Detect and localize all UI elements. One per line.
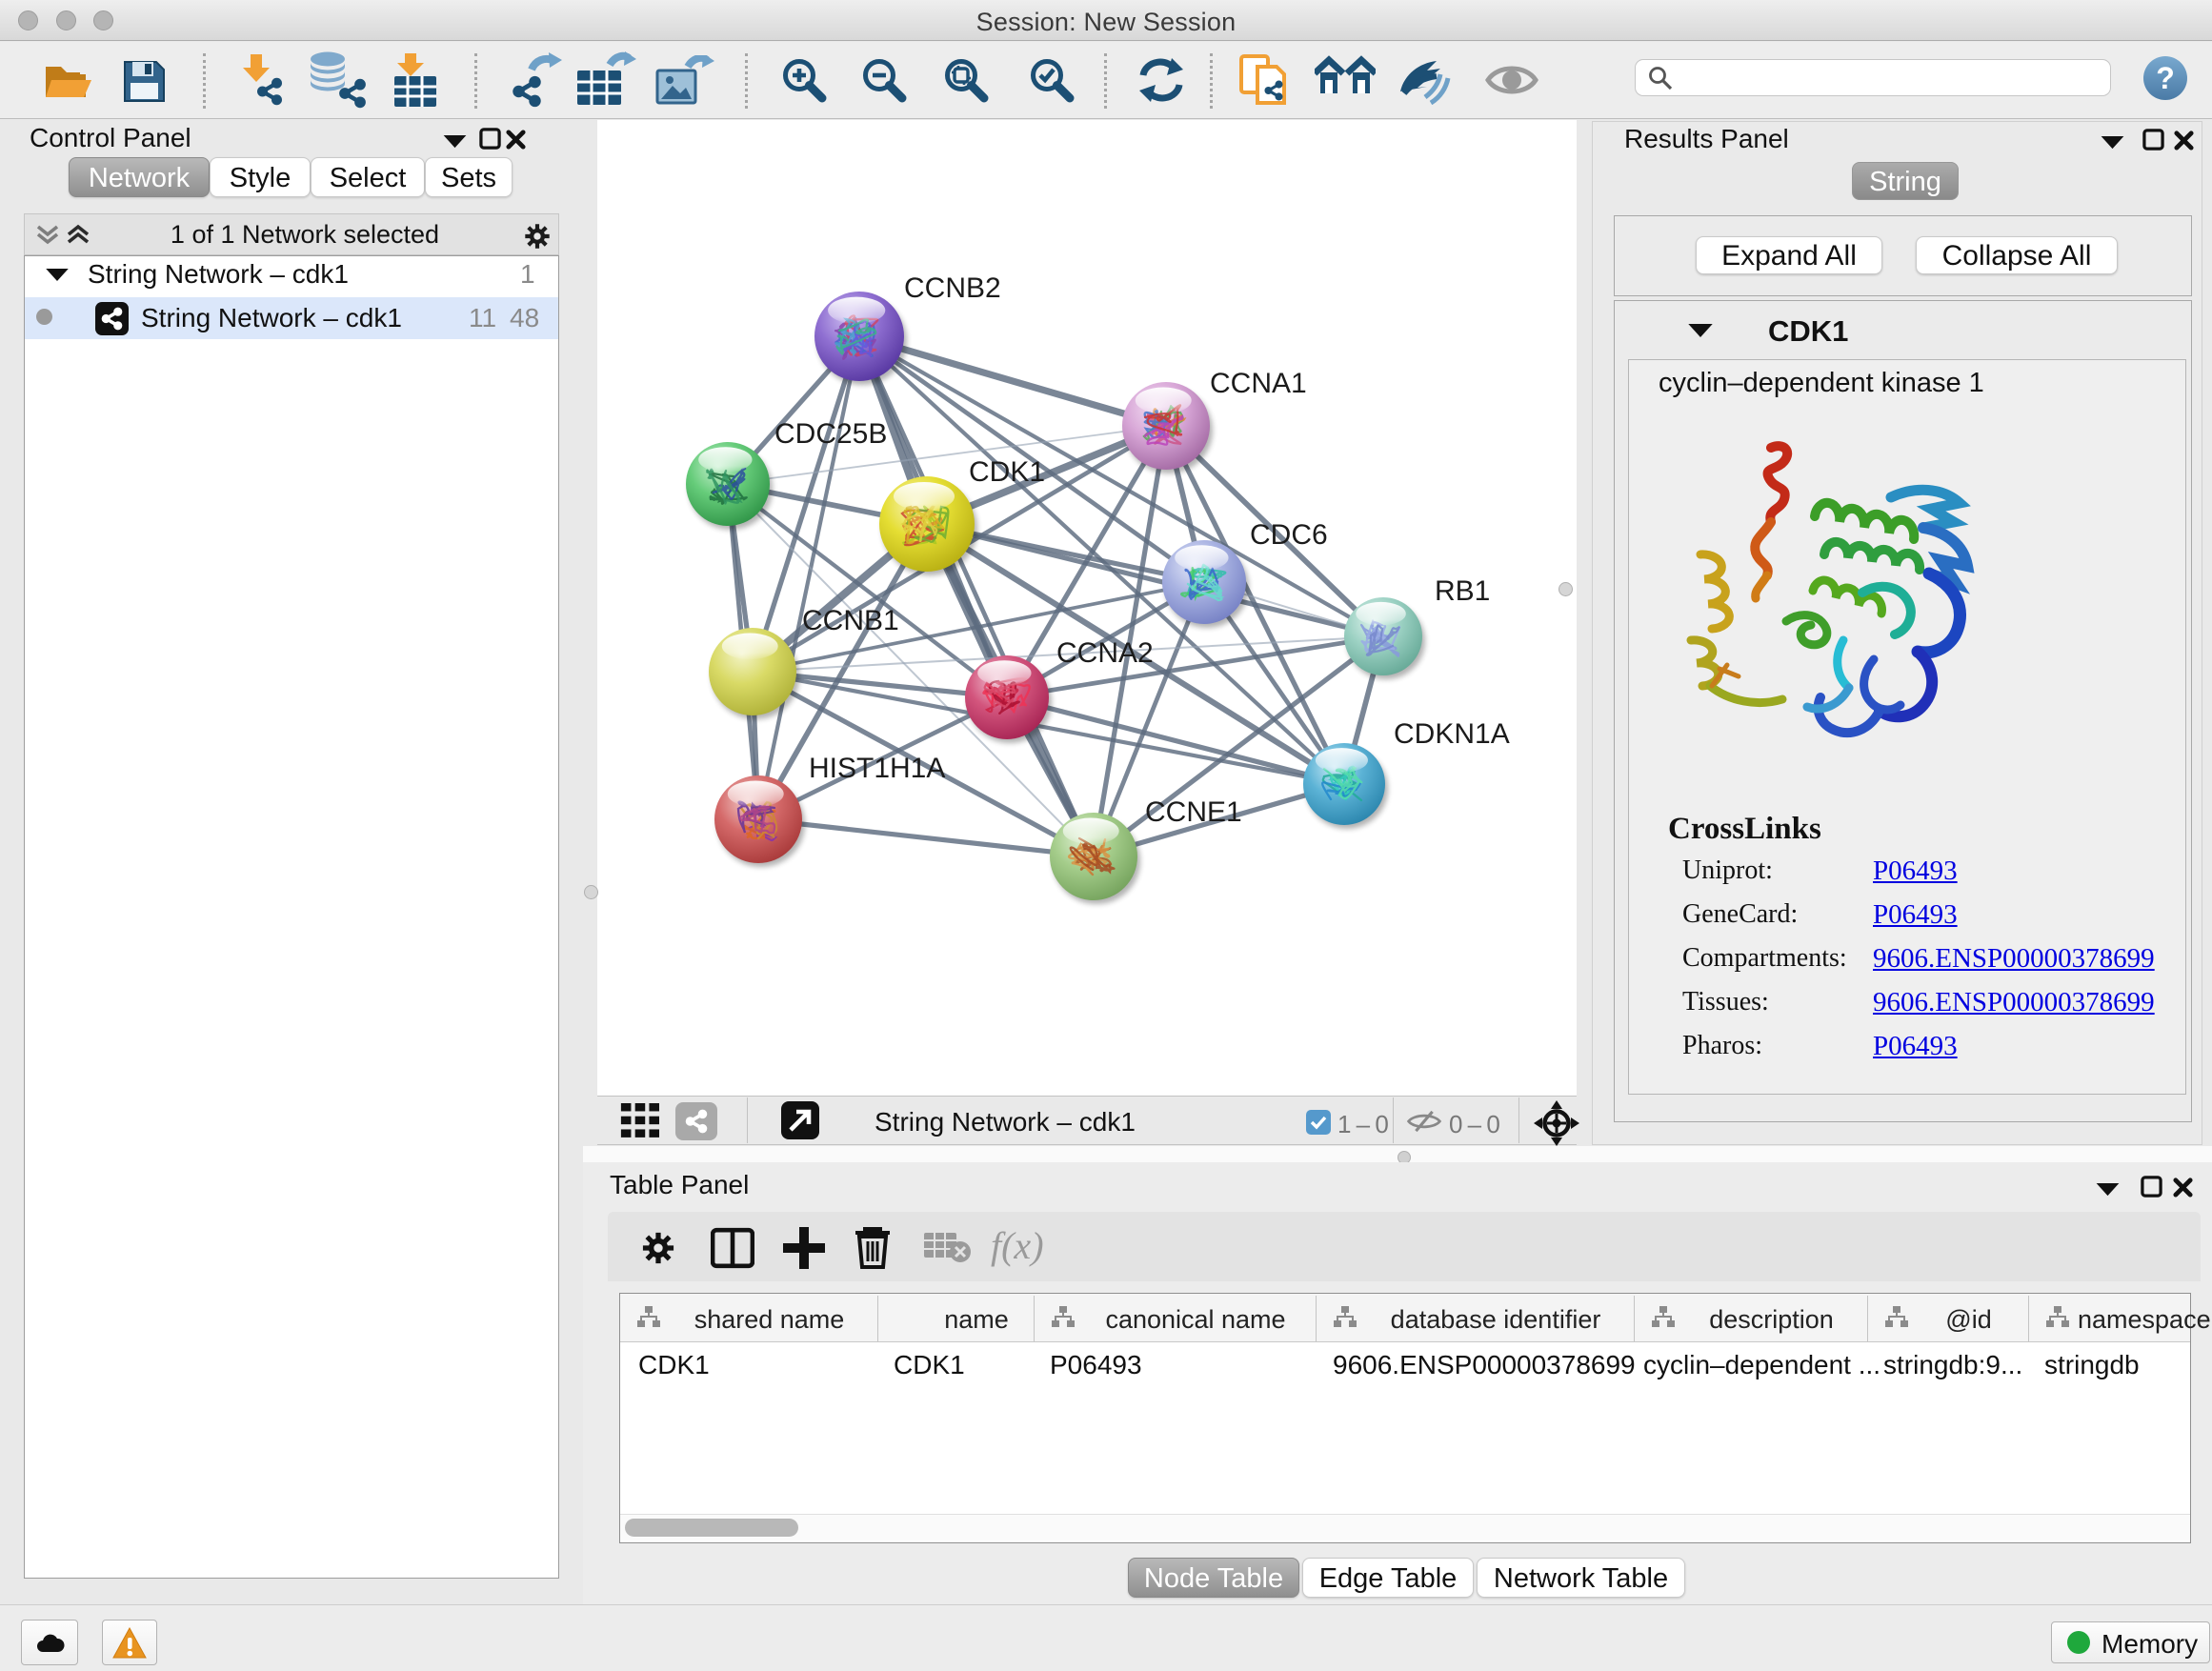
svg-text:CCNB1: CCNB1 bbox=[802, 605, 899, 636]
svg-text:HIST1H1A: HIST1H1A bbox=[809, 753, 945, 784]
svg-text:CDC25B: CDC25B bbox=[774, 418, 887, 450]
svg-text:CDKN1A: CDKN1A bbox=[1394, 718, 1510, 750]
svg-text:CCNB2: CCNB2 bbox=[904, 272, 1001, 304]
svg-text:CCNA1: CCNA1 bbox=[1210, 368, 1307, 399]
svg-text:CDK1: CDK1 bbox=[969, 456, 1045, 488]
svg-text:CCNE1: CCNE1 bbox=[1145, 796, 1242, 828]
svg-text:CDC6: CDC6 bbox=[1250, 519, 1328, 551]
svg-text:RB1: RB1 bbox=[1435, 575, 1490, 607]
svg-text:CCNA2: CCNA2 bbox=[1056, 637, 1154, 669]
